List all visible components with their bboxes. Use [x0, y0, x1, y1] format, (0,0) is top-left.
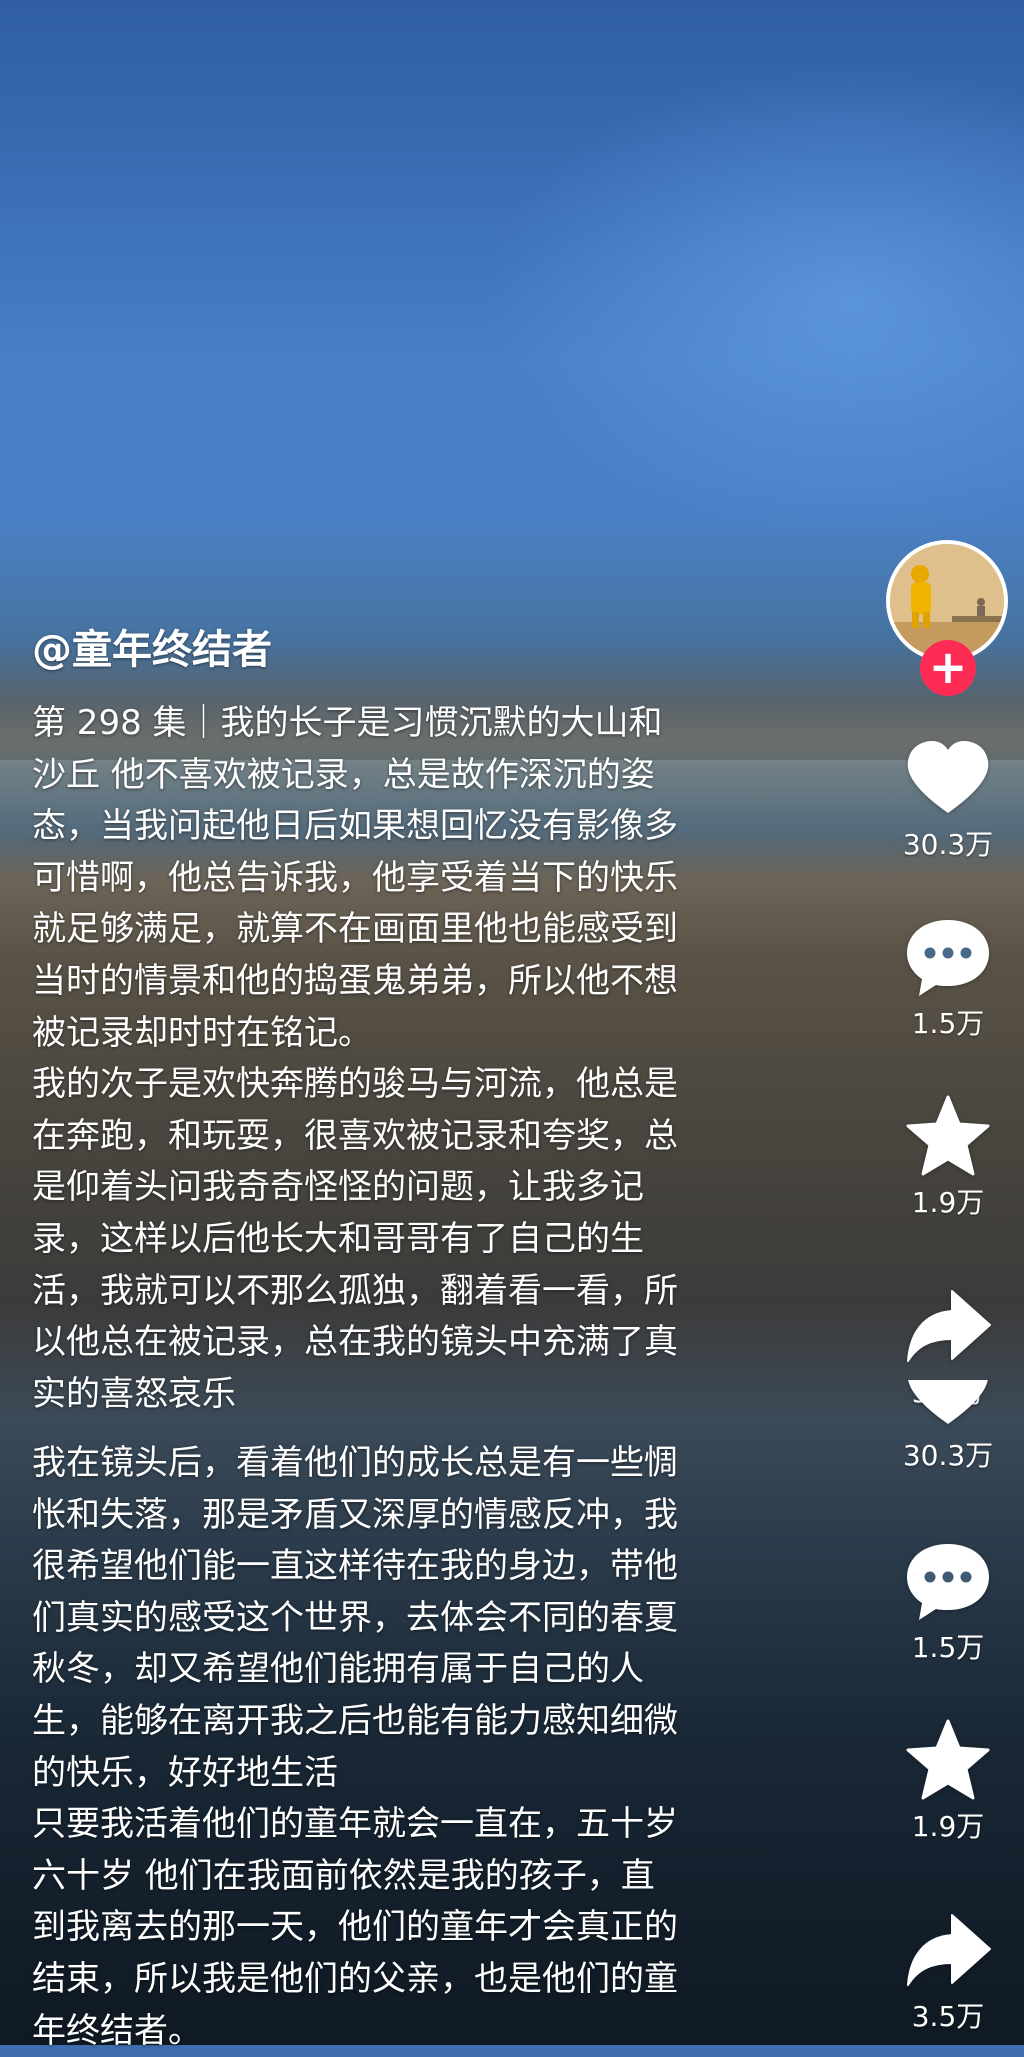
heart-icon: [902, 733, 994, 825]
caption-line: 年终结者。: [32, 2010, 202, 2051]
star-icon: [902, 1715, 994, 1807]
share-icon: [902, 1905, 994, 1997]
caption-line: 以他总在被记录，总在我的镜头中充满了真: [32, 1322, 678, 1363]
caption-line: 我的次子是欢快奔腾的骏马与河流，他总是: [32, 1064, 678, 1105]
share-count: 3.5万: [911, 2000, 985, 2033]
caption-line: 是仰着头问我奇奇怪怪的问题，让我多记: [32, 1167, 644, 1208]
follow-button[interactable]: +: [920, 640, 976, 696]
author-handle[interactable]: @童年终结者: [32, 620, 272, 680]
caption-line: 第 298 集｜我的长子是习惯沉默的大山和: [32, 703, 663, 743]
like-count: 30.3万: [902, 1439, 994, 1472]
author-avatar-group: +: [886, 540, 1008, 696]
share-button[interactable]: 3.5万: [880, 1905, 1016, 2035]
comment-icon: [902, 912, 994, 1004]
video-caption: 第 298 集｜我的长子是习惯沉默的大山和 沙丘 他不喜欢被记录，总是故作深沉的…: [32, 698, 782, 1420]
favorite-count: 1.9万: [911, 1810, 985, 1843]
caption-line: 实的喜怒哀乐: [32, 1373, 236, 1414]
comment-icon: [902, 1536, 994, 1628]
caption-line: 生，能够在离开我之后也能有能力感知细微: [32, 1700, 678, 1741]
comment-button[interactable]: 1.5万: [880, 912, 1016, 1042]
caption-line: 们真实的感受这个世界，去体会不同的春夏: [32, 1597, 678, 1638]
caption-line: 秋冬，却又希望他们能拥有属于自己的人: [32, 1649, 644, 1690]
caption-line: 我在镜头后，看着他们的成长总是有一些惆: [32, 1443, 678, 1483]
star-icon: [902, 1091, 994, 1183]
comment-count: 1.5万: [911, 1007, 985, 1040]
caption-line: 结束，所以我是他们的父亲，也是他们的童: [32, 1958, 678, 1999]
like-count: 30.3万: [902, 828, 994, 861]
comment-count: 1.5万: [911, 1631, 985, 1664]
favorite-count: 1.9万: [911, 1186, 985, 1219]
heart-icon: [902, 1380, 994, 1436]
caption-line: 怅和失落，那是矛盾又深厚的情感反冲，我: [32, 1494, 678, 1535]
caption-line: 的快乐，好好地生活: [32, 1752, 338, 1793]
caption-line: 在奔跑，和玩耍，很喜欢被记录和夸奖，总: [32, 1115, 678, 1156]
caption-line: 态，当我问起他日后如果想回忆没有影像多: [32, 806, 678, 847]
caption-line: 六十岁 他们在我面前依然是我的孩子，直: [32, 1855, 655, 1896]
caption-line: 活，我就可以不那么孤独，翻着看一看，所: [32, 1270, 678, 1311]
comment-button[interactable]: 1.5万: [880, 1536, 1016, 1666]
caption-line: 只要我活着他们的童年就会一直在，五十岁: [32, 1804, 678, 1845]
favorite-button[interactable]: 1.9万: [880, 1715, 1016, 1845]
caption-line: 很希望他们能一直这样待在我的身边，带他: [32, 1546, 678, 1587]
favorite-button[interactable]: 1.9万: [880, 1091, 1016, 1221]
caption-line: 沙丘 他不喜欢被记录，总是故作深沉的姿: [32, 754, 655, 795]
like-button[interactable]: 30.3万: [880, 733, 1016, 863]
caption-line: 被记录却时时在铭记。: [32, 1012, 372, 1053]
caption-line: 就足够满足，就算不在画面里他也能感受到: [32, 909, 678, 950]
video-caption-continued: 我在镜头后，看着他们的成长总是有一些惆 怅和失落，那是矛盾又深厚的情感反冲，我 …: [32, 1438, 782, 2057]
caption-line: 可惜啊，他总告诉我，他享受着当下的快乐: [32, 857, 678, 898]
caption-line: 录，这样以后他长大和哥哥有了自己的生: [32, 1218, 644, 1259]
share-icon: [902, 1281, 994, 1373]
caption-line: 到我离去的那一天，他们的童年才会真正的: [32, 1907, 678, 1948]
like-button[interactable]: 30.3万: [880, 1380, 1016, 1480]
caption-line: 当时的情景和他的捣蛋鬼弟弟，所以他不想: [32, 960, 678, 1001]
plus-icon: +: [928, 640, 968, 694]
